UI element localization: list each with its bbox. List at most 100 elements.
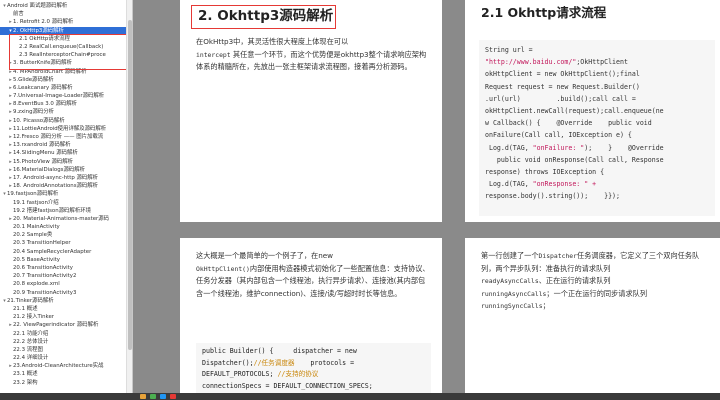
outline-item[interactable]: ▸13.rxandroid 源码解析 (0, 141, 126, 149)
outline-item-label: 6.Leakcanary 源码解析 (13, 84, 73, 91)
outline-item[interactable]: ▸9.zxing源码分析 (0, 108, 126, 116)
outline-item-label: 15.PhotoView 源码解析 (13, 158, 74, 165)
outline-item[interactable]: 20.5 BaseActivity (0, 256, 126, 264)
outline-item[interactable]: ▸10. Picasso源码解析 (0, 117, 126, 125)
outline-item-label: 11.LottieAndroid使用详解及源码解析 (13, 125, 107, 132)
outline-item[interactable]: 22.2 总体设计 (0, 338, 126, 346)
outline-item[interactable]: 20.2 Sample类 (0, 231, 126, 239)
outline-item[interactable]: 22.4 详细设计 (0, 354, 126, 362)
taskbar-app-icon[interactable] (150, 394, 156, 399)
code-token: w Callback() { @Override public void (485, 119, 652, 128)
outline-item[interactable]: ▸17. Android-async-http 源码解析 (0, 174, 126, 182)
code-token: //支持的协议 (277, 370, 319, 378)
code-token: "http://www.baidu.com/" (485, 58, 577, 67)
code-line: response.body().string()); }}); (485, 190, 709, 202)
outline-item-label: 23.Android-CleanArchitecture实战 (13, 363, 104, 370)
outline-item[interactable]: ▸20. Material-Animations-master源码 (0, 215, 126, 223)
outline-item[interactable]: 23.2 架构 (0, 379, 126, 387)
code-line: String url = (485, 44, 709, 56)
outline-item[interactable]: 20.7 TransitionActivity2 (0, 272, 126, 280)
outline-item-label: 22.4 详细设计 (13, 355, 49, 362)
code-line: Dispatcher();//任务调度器 protocols = (202, 358, 425, 370)
code-token: Dispatcher(); (202, 358, 254, 367)
outline-item[interactable]: 22.3 流程图 (0, 346, 126, 354)
outline-item[interactable]: 19.1 fastjson介绍 (0, 199, 126, 207)
code-token: "onFailure: " (532, 143, 585, 152)
outline-item[interactable]: ▸11.LottieAndroid使用详解及源码解析 (0, 125, 126, 133)
outline-item-label: 22.1 功能介绍 (13, 330, 49, 337)
outline-item-label: 22. ViewPagerindicator 源码解析 (13, 322, 99, 329)
outline-item[interactable]: ▸22. ViewPagerindicator 源码解析 (0, 321, 126, 329)
outline-item[interactable]: 22.1 功能介绍 (0, 330, 126, 338)
code-ready-async-calls: readyAsyncCalls (481, 277, 539, 285)
outline-item[interactable]: ▸8.EventBus 3.0 源码解析 (0, 100, 126, 108)
builder-code-okhttpclient: OkHttpClient() (196, 264, 250, 273)
code-line: Log.d(TAG, "onResponse: " + (485, 178, 709, 190)
sidebar-scrollbar[interactable] (126, 0, 132, 393)
outline-item[interactable]: ▸15.PhotoView 源码解析 (0, 158, 126, 166)
dispatcher-text-c: 、正在运行的请求队列 (538, 276, 611, 285)
outline-item[interactable]: 20.1 MainActivity (0, 223, 126, 231)
outline-item-label: Android 面试题源码解析 (7, 3, 68, 9)
code-token: "onResponse: " + (532, 180, 597, 189)
intro-code-intercept: intercept (196, 50, 231, 59)
outline-item[interactable]: ▸6.Leakcanary 源码解析 (0, 84, 126, 92)
outline-item-label: 12.Fresco 源码分析 —— 图片加载流 (13, 134, 104, 140)
outline-item[interactable]: ▾Android 面试题源码解析 (0, 2, 126, 10)
code-token: onFailure(Call call, IOException e) { (485, 131, 632, 140)
outline-item-label: 2. OkHttp3源码解析 (13, 27, 64, 34)
code-token: okHttpClient.newCall(request);call.enque… (485, 107, 664, 116)
outline-item[interactable]: 前言 (0, 10, 126, 18)
code-token: public Builder() { dispatcher = new (202, 347, 357, 355)
outline-item-label: 22.3 流程图 (13, 346, 43, 353)
outline-item-label: 1. Retrofit 2.0 源码解析 (13, 19, 74, 26)
outline-item[interactable]: 20.9 TransitionActivity3 (0, 289, 126, 297)
code-running-async-calls: runningAsyncCalls (481, 289, 547, 298)
outline-item[interactable]: ▾21.Tinker源码解析 (0, 297, 126, 305)
code-line: okHttpClient = new OkHttpClient();final (485, 68, 709, 80)
code-running-sync-calls: runningSyncCalls (481, 302, 543, 310)
outline-item[interactable]: ▸5.Glide源码解析 (0, 76, 126, 84)
outline-item[interactable]: ▸7.Universal-Image-Loader源码解析 (0, 92, 126, 100)
code-block-request: String url = "http://www.baidu.com/";OkH… (479, 40, 715, 216)
outline-item-label: 21.Tinker源码解析 (7, 297, 54, 304)
taskbar-app-icon[interactable] (170, 394, 176, 399)
outline-item[interactable]: ▸18. AndroidAnnotations源码解析 (0, 182, 126, 190)
outline-item-label: 21.2 接入Tinker (13, 314, 55, 321)
taskbar-app-icon[interactable] (160, 394, 166, 399)
subsection-heading: 2.1 Okhttp请求流程 (481, 5, 607, 20)
outline-item[interactable]: ▸16.MaterialDialogs源码解析 (0, 166, 126, 174)
code-line: connectionSpecs = DEFAULT_CONNECTION_SPE… (202, 381, 425, 393)
outline-item[interactable]: ▸23.Android-CleanArchitecture实战 (0, 362, 126, 370)
outline-item[interactable]: 21.1 概述 (0, 305, 126, 313)
outline-item-label: 18. AndroidAnnotations源码解析 (13, 183, 99, 190)
code-token: response) throws IOException { (485, 168, 605, 177)
outline-item-label: 20.8 explode.xml (13, 281, 60, 288)
outline-item-label: 17. Android-async-http 源码解析 (13, 174, 99, 181)
outline-item[interactable]: 21.2 接入Tinker (0, 313, 126, 321)
outline-item[interactable]: 19.2 搭建fastjson源码解析环境 (0, 207, 126, 215)
outline-item-label: 前言 (13, 11, 24, 18)
scrollbar-thumb[interactable] (128, 20, 132, 350)
dispatcher-text-a: 第一行创建了一个 (481, 251, 539, 260)
outline-item[interactable]: 20.3 TransitionHelper (0, 239, 126, 247)
outline-item[interactable]: 20.4 SampleRecyclerAdapter (0, 248, 126, 256)
code-token: //任务调度器 (253, 358, 295, 367)
outline-item[interactable]: ▸12.Fresco 源码分析 —— 图片加载流 (0, 133, 126, 141)
outline-item-label: 20.5 BaseActivity (13, 256, 61, 263)
outline-item-label: 19.2 搭建fastjson源码解析环境 (13, 207, 91, 214)
code-token: connectionSpecs = DEFAULT_CONNECTION_SPE… (202, 381, 373, 390)
outline-item-label: 20.3 TransitionHelper (13, 240, 71, 247)
code-token: ); } @Override (584, 143, 664, 152)
outline-item[interactable]: ▸1. Retrofit 2.0 源码解析 (0, 18, 126, 26)
outline-item[interactable]: 23.1 概述 (0, 370, 126, 378)
outline-item[interactable]: ▾19.fastjson源码解析 (0, 190, 126, 198)
outline-item[interactable]: 20.8 explode.xml (0, 280, 126, 288)
taskbar-app-icon[interactable] (140, 394, 146, 399)
code-dispatcher: Dispatcher (538, 252, 577, 260)
outline-item[interactable]: 20.6 TransitionActivity (0, 264, 126, 272)
code-token: .url(url) .build();call call = (485, 94, 636, 103)
outline-item-label: 13.rxandroid 源码解析 (13, 142, 71, 149)
outline-item[interactable]: ▸14.SlidingMenu 源码解析 (0, 149, 126, 157)
page-builder-explanation: 这大概是一个最简单的一个例子了，在new OkHttpClient()内部使用构… (180, 238, 442, 393)
